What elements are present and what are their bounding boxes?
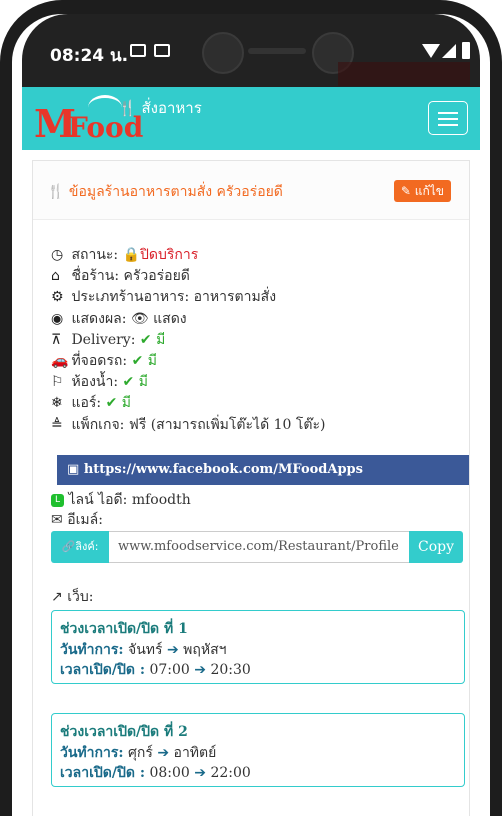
check-icon: ✔ — [139, 331, 152, 348]
check-icon: ✔ — [105, 395, 118, 412]
eye-icon: 👁 — [130, 310, 149, 327]
gmail-notification-icon — [130, 44, 146, 57]
facebook-link[interactable]: ▣ https://www.facebook.com/MFoodApps — [57, 455, 469, 485]
email-row: ✉ อีเมล์: — [51, 512, 103, 528]
mail-notification-icon — [154, 44, 170, 57]
profile-link-group: 🔗ลิงค์: www.mfoodservice.com/Restaurant/… — [51, 531, 463, 563]
card-title-text: ข้อมูลร้านอาหารตามสั่ง ครัวอร่อยดี — [68, 184, 283, 200]
arrow-right-icon: ➔ — [157, 744, 170, 761]
link-icon: 🔗 — [61, 540, 76, 553]
line-id-value: mfoodth — [131, 492, 191, 508]
clock-icon: ◷ — [51, 247, 64, 263]
package-row: ≜ แพ็กเกจ: ฟรี (สามารถเพิ่มโต๊ะได้ 10 โต… — [51, 415, 325, 436]
card-header: 🍴 ข้อมูลร้านอาหารตามสั่ง ครัวอร่อยดี ✎ แ… — [33, 161, 469, 220]
card-title: 🍴 ข้อมูลร้านอาหารตามสั่ง ครัวอร่อยดี — [47, 181, 283, 203]
nav-title[interactable]: 🍴 สั่งอาหาร — [118, 96, 202, 120]
slot-heading: ช่วงเวลาเปิด/ปิด ที่ 2 — [60, 724, 188, 740]
external-link-icon: ↗ — [51, 589, 63, 605]
line-row: L ไลน์ ไอดี: mfoodth — [51, 489, 191, 511]
phone-screen: 08:24 น. M Food 🍴 สั่งอาหาร 🍴 ข้อมูลร้าน… — [0, 0, 502, 816]
front-camera-icon — [202, 32, 244, 74]
edit-button[interactable]: ✎ แก้ไข — [393, 180, 451, 202]
package-icon: ≜ — [51, 416, 63, 433]
restroom-icon: ⚐ — [51, 374, 64, 391]
snowflake-icon: ❄ — [51, 395, 63, 412]
envelope-icon: ✉ — [51, 512, 63, 528]
speaker-grille — [248, 48, 306, 54]
parking-row: 🚗 ที่จอดรถ: ✔ มี — [51, 351, 325, 372]
check-icon: ✔ — [122, 374, 135, 391]
signal-icon — [442, 44, 456, 58]
delivery-row: ⊼ Delivery: ✔ มี — [51, 330, 325, 351]
nav-title-text: สั่งอาหาร — [141, 99, 202, 117]
display-row: ◉ แสดงผล: 👁 แสดง — [51, 309, 325, 330]
utensils-icon: 🍴 — [47, 184, 65, 200]
dot-circle-icon: ◉ — [51, 310, 64, 327]
lock-icon: 🔒 — [122, 247, 141, 263]
opening-slot-2: ช่วงเวลาเปิด/ปิด ที่ 2 วันทำการ: ศุกร์ ➔… — [51, 713, 465, 787]
arrow-right-icon: ➔ — [194, 765, 206, 781]
type-row: ⚙ ประเภทร้านอาหาร: อาหารตามสั่ง — [51, 287, 325, 308]
link-prefix: 🔗ลิงค์: — [51, 531, 109, 563]
arrow-right-icon: ➔ — [194, 662, 206, 678]
home-icon: ⌂ — [51, 268, 60, 285]
cart-icon: ⊼ — [51, 331, 62, 348]
status-row: ◷ สถานะ: 🔒ปิดบริการ — [51, 245, 325, 266]
restaurant-card: 🍴 ข้อมูลร้านอาหารตามสั่ง ครัวอร่อยดี ✎ แ… — [32, 160, 470, 816]
main-content: 🍴 ข้อมูลร้านอาหารตามสั่ง ครัวอร่อยดี ✎ แ… — [22, 150, 480, 816]
top-navbar: M Food 🍴 สั่งอาหาร — [22, 87, 480, 150]
notch-overlay — [338, 62, 470, 86]
battery-icon — [462, 42, 470, 59]
logo-steam-icon — [88, 95, 122, 120]
cogs-icon: ⚙ — [51, 289, 64, 306]
check-icon: ✔ — [131, 352, 144, 369]
slot-heading: ช่วงเวลาเปิด/ปิด ที่ 1 — [60, 621, 188, 637]
menu-toggle-button[interactable] — [428, 101, 468, 135]
copy-button[interactable]: Copy — [409, 531, 463, 563]
info-list: ◷ สถานะ: 🔒ปิดบริการ ⌂ ชื่อร้าน: ครัวอร่อ… — [51, 245, 325, 436]
web-row: ↗ เว็บ: — [51, 589, 94, 605]
wifi-icon — [422, 44, 440, 58]
status-value: ปิดบริการ — [140, 247, 199, 263]
facebook-icon: ▣ — [67, 462, 80, 477]
car-icon: 🚗 — [51, 352, 69, 369]
line-app-icon: L — [51, 493, 64, 507]
status-time: 08:24 น. — [50, 46, 129, 66]
opening-slot-1: ช่วงเวลาเปิด/ปิด ที่ 1 วันทำการ: จันทร์ … — [51, 610, 465, 684]
aircon-row: ❄ แอร์: ✔ มี — [51, 393, 325, 414]
toilet-row: ⚐ ห้องน้ำ: ✔ มี — [51, 372, 325, 393]
pencil-icon: ✎ — [400, 184, 411, 198]
utensils-icon: 🍴 — [118, 99, 137, 117]
profile-link-input[interactable]: www.mfoodservice.com/Restaurant/Profile — [109, 531, 409, 563]
arrow-right-icon: ➔ — [166, 641, 179, 658]
name-row: ⌂ ชื่อร้าน: ครัวอร่อยดี — [51, 266, 325, 287]
